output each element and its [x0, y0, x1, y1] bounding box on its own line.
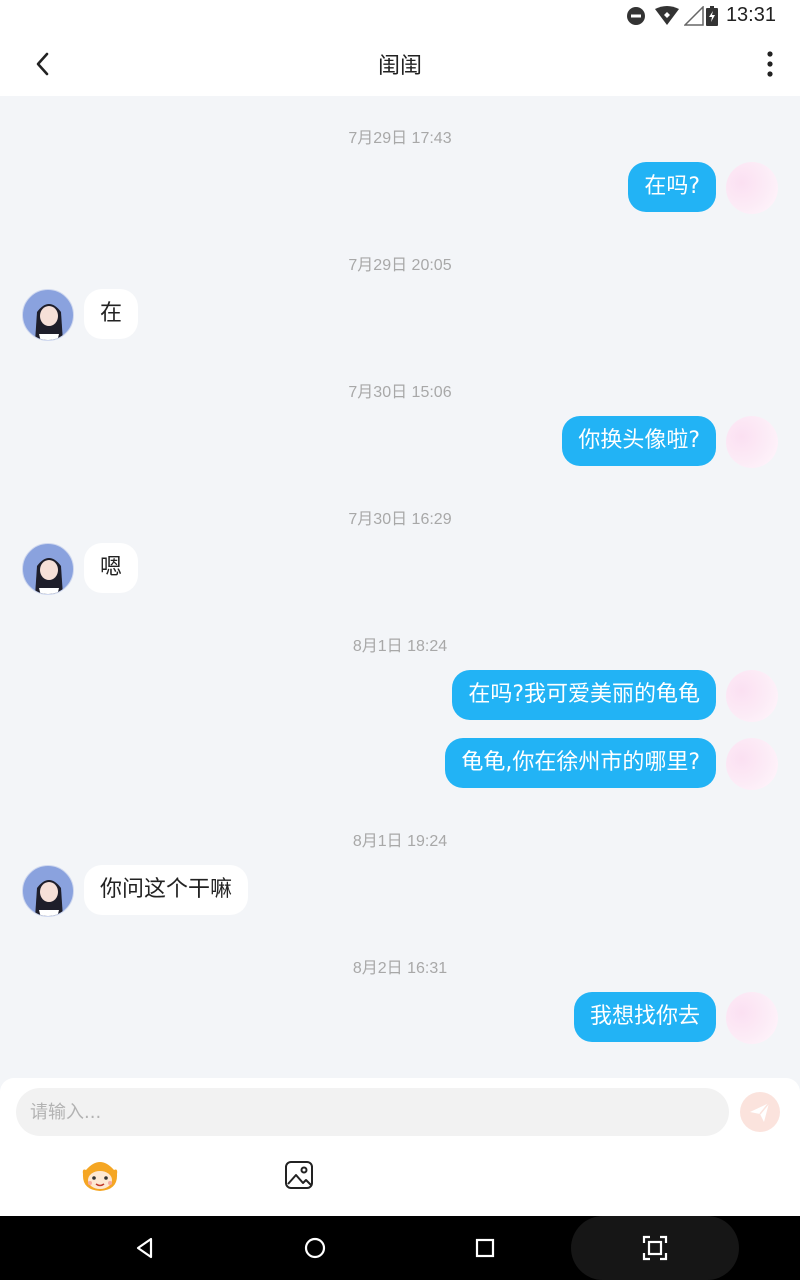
- outgoing-message[interactable]: 我想找你去: [573, 992, 716, 1042]
- incoming-message[interactable]: 你问这个干嘛: [84, 865, 249, 915]
- chat-header: 闺闺: [0, 32, 800, 96]
- outgoing-message[interactable]: 龟龟,你在徐州市的哪里?: [445, 738, 716, 788]
- do-not-disturb-icon: [627, 7, 645, 25]
- image-picker-icon[interactable]: [282, 1158, 316, 1192]
- contact-avatar[interactable]: [22, 865, 74, 917]
- status-bar: 13:31: [0, 0, 800, 32]
- home-circle-icon[interactable]: [299, 1232, 331, 1264]
- battery-icon: [706, 6, 718, 26]
- self-avatar[interactable]: [726, 162, 778, 214]
- message-timestamp: 7月29日 17:43: [348, 130, 452, 147]
- self-avatar[interactable]: [726, 738, 778, 790]
- contact-avatar[interactable]: [22, 289, 74, 341]
- incoming-message[interactable]: 在: [84, 289, 139, 339]
- contact-avatar[interactable]: [22, 543, 74, 595]
- back-triangle-icon[interactable]: [129, 1232, 161, 1264]
- recents-square-icon[interactable]: [469, 1232, 501, 1264]
- incoming-message[interactable]: 嗯: [84, 543, 139, 593]
- more-options-icon[interactable]: [758, 46, 782, 82]
- send-button[interactable]: [740, 1092, 780, 1132]
- message-timestamp: 8月1日 19:24: [352, 833, 448, 850]
- message-list[interactable]: 7月29日 17:43 在吗? 7月29日 20:05 在 7月30日 15:0…: [0, 96, 800, 1078]
- message-timestamp: 7月30日 16:29: [348, 511, 452, 528]
- message-timestamp: 8月2日 16:31: [352, 960, 448, 977]
- self-avatar[interactable]: [726, 416, 778, 468]
- screenshot-icon[interactable]: [639, 1232, 671, 1264]
- system-navigation-bar: [0, 1216, 800, 1280]
- composer: [0, 1078, 800, 1216]
- outgoing-message[interactable]: 在吗?我可爱美丽的龟龟: [452, 670, 716, 720]
- cell-signal-icon: [684, 6, 704, 26]
- message-timestamp: 8月1日 18:24: [352, 638, 448, 655]
- emoji-sticker-icon[interactable]: [80, 1156, 120, 1196]
- clock: 13:31: [725, 4, 776, 26]
- outgoing-message[interactable]: 在吗?: [628, 162, 716, 212]
- self-avatar[interactable]: [726, 992, 778, 1044]
- message-input[interactable]: [16, 1088, 729, 1136]
- send-icon: [750, 1102, 770, 1122]
- wifi-icon: [655, 6, 679, 25]
- contact-name: 闺闺: [377, 54, 422, 79]
- outgoing-message[interactable]: 你换头像啦?: [562, 416, 716, 466]
- self-avatar[interactable]: [726, 670, 778, 722]
- message-timestamp: 7月30日 15:06: [348, 384, 452, 401]
- message-timestamp: 7月29日 20:05: [348, 257, 452, 274]
